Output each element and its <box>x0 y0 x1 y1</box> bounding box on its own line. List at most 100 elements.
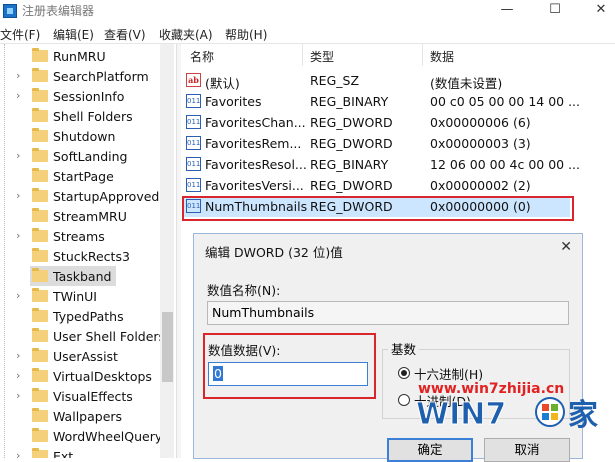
highlight-frame <box>182 196 574 221</box>
menu-file[interactable]: 文件(F) <box>0 26 40 43</box>
tree-item-label: Streams <box>53 229 105 244</box>
folder-icon <box>32 168 48 182</box>
tree-item-label: RunMRU <box>53 49 106 64</box>
ok-button[interactable]: 确定 <box>387 438 473 462</box>
tree-item[interactable]: › Streams <box>0 226 174 246</box>
tree-item[interactable]: User Shell Folders <box>0 326 174 346</box>
tree-item-label: StartupApproved <box>53 189 160 204</box>
dword-value-icon: 011 <box>186 115 201 129</box>
tree-item-label: SessionInfo <box>53 89 125 104</box>
tree-item[interactable]: Shutdown <box>0 126 174 146</box>
folder-icon <box>32 428 48 442</box>
chevron-right-icon[interactable]: › <box>16 149 20 162</box>
chevron-right-icon[interactable]: › <box>16 389 20 402</box>
column-header-type[interactable]: 类型 <box>310 48 334 65</box>
tree-item[interactable]: StartPage <box>0 166 174 186</box>
tree-scrollbar-thumb[interactable] <box>162 312 173 382</box>
tree-item[interactable]: RunMRU <box>0 46 174 66</box>
tree-item[interactable]: › VirtualDesktops <box>0 366 174 386</box>
tree-item-label: SoftLanding <box>53 149 128 164</box>
tree-item-label: TypedPaths <box>53 309 124 324</box>
tree-item-label: UserAssist <box>53 349 118 364</box>
dialog-close-icon[interactable]: ✕ <box>560 239 572 255</box>
value-type-cell: REG_DWORD <box>310 136 393 151</box>
folder-icon <box>32 348 48 362</box>
value-name-cell: FavoritesResol... <box>205 157 307 172</box>
registry-key-tree: RunMRU › SearchPlatform › SessionInfo Shell F… <box>0 44 174 458</box>
tree-item-label: VirtualDesktops <box>53 369 152 384</box>
tree-item[interactable]: › SoftLanding <box>0 146 174 166</box>
folder-icon <box>32 48 48 62</box>
folder-icon <box>32 88 48 102</box>
value-row[interactable]: 011 Favorites REG_BINARY 00 c0 05 00 00 14 … <box>182 91 615 112</box>
tree-item[interactable]: StuckRects3 <box>0 246 174 266</box>
tree-item[interactable]: › UserAssist <box>0 346 174 366</box>
cancel-button[interactable]: 取消 <box>484 438 570 462</box>
minimize-button[interactable]: — <box>484 0 530 22</box>
tree-item[interactable]: › VisualEffects <box>0 386 174 406</box>
chevron-right-icon[interactable]: › <box>16 229 20 242</box>
tree-item[interactable]: › Ext <box>0 446 174 458</box>
menu-favorites[interactable]: 收藏夹(A) <box>159 26 213 43</box>
tree-item[interactable]: › SessionInfo <box>0 86 174 106</box>
tree-item-label: Wallpapers <box>53 409 123 424</box>
value-type-cell: REG_DWORD <box>310 178 393 193</box>
menu-edit[interactable]: 编辑(E) <box>53 26 94 43</box>
tree-item[interactable]: StreamMRU <box>0 206 174 226</box>
folder-icon <box>32 368 48 382</box>
folder-icon <box>32 128 48 142</box>
tree-item[interactable]: › SearchPlatform <box>0 66 174 86</box>
tree-item[interactable]: Wallpapers <box>0 406 174 426</box>
chevron-right-icon[interactable]: › <box>16 289 20 302</box>
tree-item[interactable]: › TWinUI <box>0 286 174 306</box>
folder-icon <box>32 248 48 262</box>
tree-item-label: StartPage <box>53 169 114 184</box>
value-row[interactable]: 011 FavoritesRem... REG_DWORD 0x00000003 (3… <box>182 133 615 154</box>
tree-item[interactable]: › StartupApproved <box>0 186 174 206</box>
chevron-right-icon[interactable]: › <box>16 369 20 382</box>
folder-icon <box>32 108 48 122</box>
tree-item[interactable]: TypedPaths <box>0 306 174 326</box>
chevron-right-icon[interactable]: › <box>16 89 20 102</box>
value-type-cell: REG_DWORD <box>310 115 393 130</box>
value-name-label: 数值名称(N): <box>207 283 281 298</box>
tree-item[interactable]: Shell Folders <box>0 106 174 126</box>
chevron-right-icon[interactable]: › <box>16 69 20 82</box>
column-separator[interactable] <box>422 44 423 66</box>
value-type-cell: REG_BINARY <box>310 94 389 109</box>
chevron-right-icon[interactable]: › <box>16 189 20 202</box>
chevron-right-icon[interactable]: › <box>16 449 20 458</box>
pane-splitter[interactable] <box>176 44 181 458</box>
folder-icon <box>32 228 48 242</box>
binary-value-icon: 011 <box>186 157 201 171</box>
decimal-radio[interactable] <box>398 394 410 406</box>
menu-view[interactable]: 查看(V) <box>104 26 146 43</box>
tree-item-label: StuckRects3 <box>53 249 130 264</box>
tree-item-label: StreamMRU <box>53 209 127 224</box>
string-value-icon: ab <box>186 73 201 87</box>
folder-icon <box>32 188 48 202</box>
svg-text:家: 家 <box>568 398 598 432</box>
hex-radio[interactable] <box>398 367 410 379</box>
value-row[interactable]: 011 FavoritesChan... REG_DWORD 0x00000006 (… <box>182 112 615 133</box>
base-group-title: 基数 <box>388 339 420 358</box>
maximize-button[interactable]: ☐ <box>532 0 578 22</box>
value-row[interactable]: ab (默认) REG_SZ (数值未设置) <box>182 70 615 91</box>
column-separator[interactable] <box>302 44 303 66</box>
tree-item[interactable]: WordWheelQuery <box>0 426 174 446</box>
value-type-cell: REG_SZ <box>310 73 360 88</box>
value-row[interactable]: 011 FavoritesVersi... REG_DWORD 0x00000002 … <box>182 175 615 196</box>
folder-icon <box>32 308 48 322</box>
close-button[interactable]: ✕ <box>578 0 615 22</box>
win7-logo: WIN7 家 <box>416 397 599 433</box>
tree-item-label: Shutdown <box>53 129 116 144</box>
tree-item[interactable]: Taskband <box>0 266 174 286</box>
tree-scrollbar[interactable] <box>160 44 174 458</box>
folder-icon <box>32 288 48 302</box>
column-header-name[interactable]: 名称 <box>190 48 214 65</box>
value-name-field[interactable]: NumThumbnails <box>207 301 569 325</box>
value-row[interactable]: 011 FavoritesResol... REG_BINARY 12 06 00 0… <box>182 154 615 175</box>
column-header-data[interactable]: 数据 <box>430 48 454 65</box>
chevron-right-icon[interactable]: › <box>16 349 20 362</box>
menu-help[interactable]: 帮助(H) <box>225 26 267 43</box>
